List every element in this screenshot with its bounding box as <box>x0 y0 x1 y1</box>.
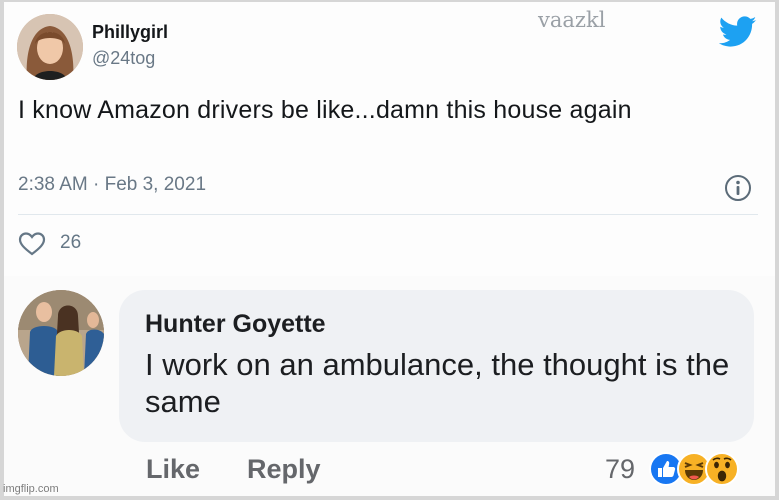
reactions-group[interactable] <box>649 452 759 488</box>
reply-button[interactable]: Reply <box>247 454 321 485</box>
tweet-timestamp[interactable]: 2:38 AM · Feb 3, 2021 <box>18 174 206 196</box>
comment-avatar[interactable] <box>18 290 104 376</box>
facebook-comment: Hunter Goyette I work on an ambulance, t… <box>4 276 775 496</box>
tweet-avatar[interactable] <box>17 14 83 80</box>
like-button[interactable]: Like <box>146 454 200 485</box>
tweet-divider <box>18 214 758 215</box>
tweet-author-handle[interactable]: @24tog <box>92 48 155 69</box>
twitter-bird-icon[interactable] <box>719 16 757 48</box>
watermark: vaazkl <box>538 8 606 32</box>
comment-bubble: Hunter Goyette I work on an ambulance, t… <box>119 290 754 442</box>
info-icon[interactable] <box>723 173 753 203</box>
tweet-card: Phillygirl @24tog vaazkl I know Amazon d… <box>4 2 775 276</box>
tweet-author-name[interactable]: Phillygirl <box>92 22 168 43</box>
screenshot-frame: Phillygirl @24tog vaazkl I know Amazon d… <box>4 2 775 496</box>
tweet-like-count: 26 <box>60 232 82 253</box>
comment-author-name[interactable]: Hunter Goyette <box>145 310 326 339</box>
reaction-count[interactable]: 79 <box>605 454 635 485</box>
tweet-text: I know Amazon drivers be like...damn thi… <box>18 96 632 124</box>
wow-reaction-icon <box>705 452 739 486</box>
comment-text: I work on an ambulance, the thought is t… <box>145 347 730 419</box>
imgflip-watermark: imgflip.com <box>3 483 59 495</box>
heart-icon[interactable] <box>18 231 46 257</box>
